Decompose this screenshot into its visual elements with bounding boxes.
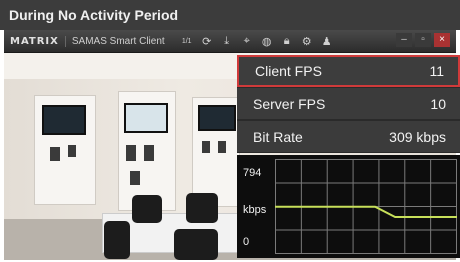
matrix-logo: MATRIX xyxy=(4,35,66,47)
wall-device xyxy=(126,145,136,161)
restore-button[interactable]: ▫ xyxy=(415,33,431,47)
office-chair xyxy=(104,221,130,259)
minimize-button[interactable]: – xyxy=(396,33,412,47)
stat-label: Server FPS xyxy=(253,95,326,112)
refresh-icon[interactable]: ⟳ xyxy=(197,35,217,48)
close-button[interactable]: × xyxy=(434,33,450,47)
lock-icon[interactable]: 🔒︎ xyxy=(277,35,297,48)
wall-device xyxy=(144,145,154,161)
wall-device xyxy=(218,141,226,153)
settings-icon[interactable]: ⚙ xyxy=(297,35,317,48)
wall-monitor-2 xyxy=(124,103,168,133)
window-controls: – ▫ × xyxy=(396,33,450,47)
stat-value: 10 xyxy=(430,95,446,112)
graph-unit-label: kbps xyxy=(243,204,267,216)
bitrate-series-line xyxy=(275,205,457,218)
window-title: During No Activity Period xyxy=(9,7,179,23)
user-icon[interactable]: ♟ xyxy=(317,35,337,48)
stat-label: Bit Rate xyxy=(253,128,303,145)
wall-monitor-1 xyxy=(42,105,86,135)
globe-icon[interactable]: ◍ xyxy=(257,35,277,48)
office-chair xyxy=(186,193,218,223)
stat-server-fps: Server FPS 10 xyxy=(237,88,460,120)
bitrate-graph: 794 kbps 0 xyxy=(237,155,460,258)
wall-device xyxy=(68,145,76,157)
wall-device xyxy=(130,171,140,185)
graph-min-label: 0 xyxy=(243,236,250,248)
stat-value: 309 kbps xyxy=(389,128,446,145)
layout-1-1-icon[interactable]: 1/1 xyxy=(177,38,197,45)
stream-stats-panel: Client FPS 11 Server FPS 10 Bit Rate 309… xyxy=(237,55,460,153)
app-name: SAMAS Smart Client xyxy=(71,35,165,47)
graph-max-label: 794 xyxy=(243,167,262,179)
stat-client-fps: Client FPS 11 xyxy=(237,55,460,87)
pin-icon[interactable]: ⌖ xyxy=(237,35,257,48)
office-chair xyxy=(132,195,162,223)
bitrate-graph-plot xyxy=(275,159,457,254)
office-chair xyxy=(174,229,218,260)
stat-value: 11 xyxy=(429,63,444,79)
wall-device xyxy=(202,141,210,153)
stat-label: Client FPS xyxy=(255,63,322,79)
toolbar: MATRIX SAMAS Smart Client 1/1 ⟳ ⤓ ⌖ ◍ 🔒︎… xyxy=(4,30,456,53)
wall-monitor-3 xyxy=(198,105,236,131)
wall-device xyxy=(50,147,60,161)
stat-bit-rate: Bit Rate 309 kbps xyxy=(237,121,460,153)
download-icon[interactable]: ⤓ xyxy=(217,35,237,48)
window-title-bar: During No Activity Period xyxy=(0,0,460,30)
